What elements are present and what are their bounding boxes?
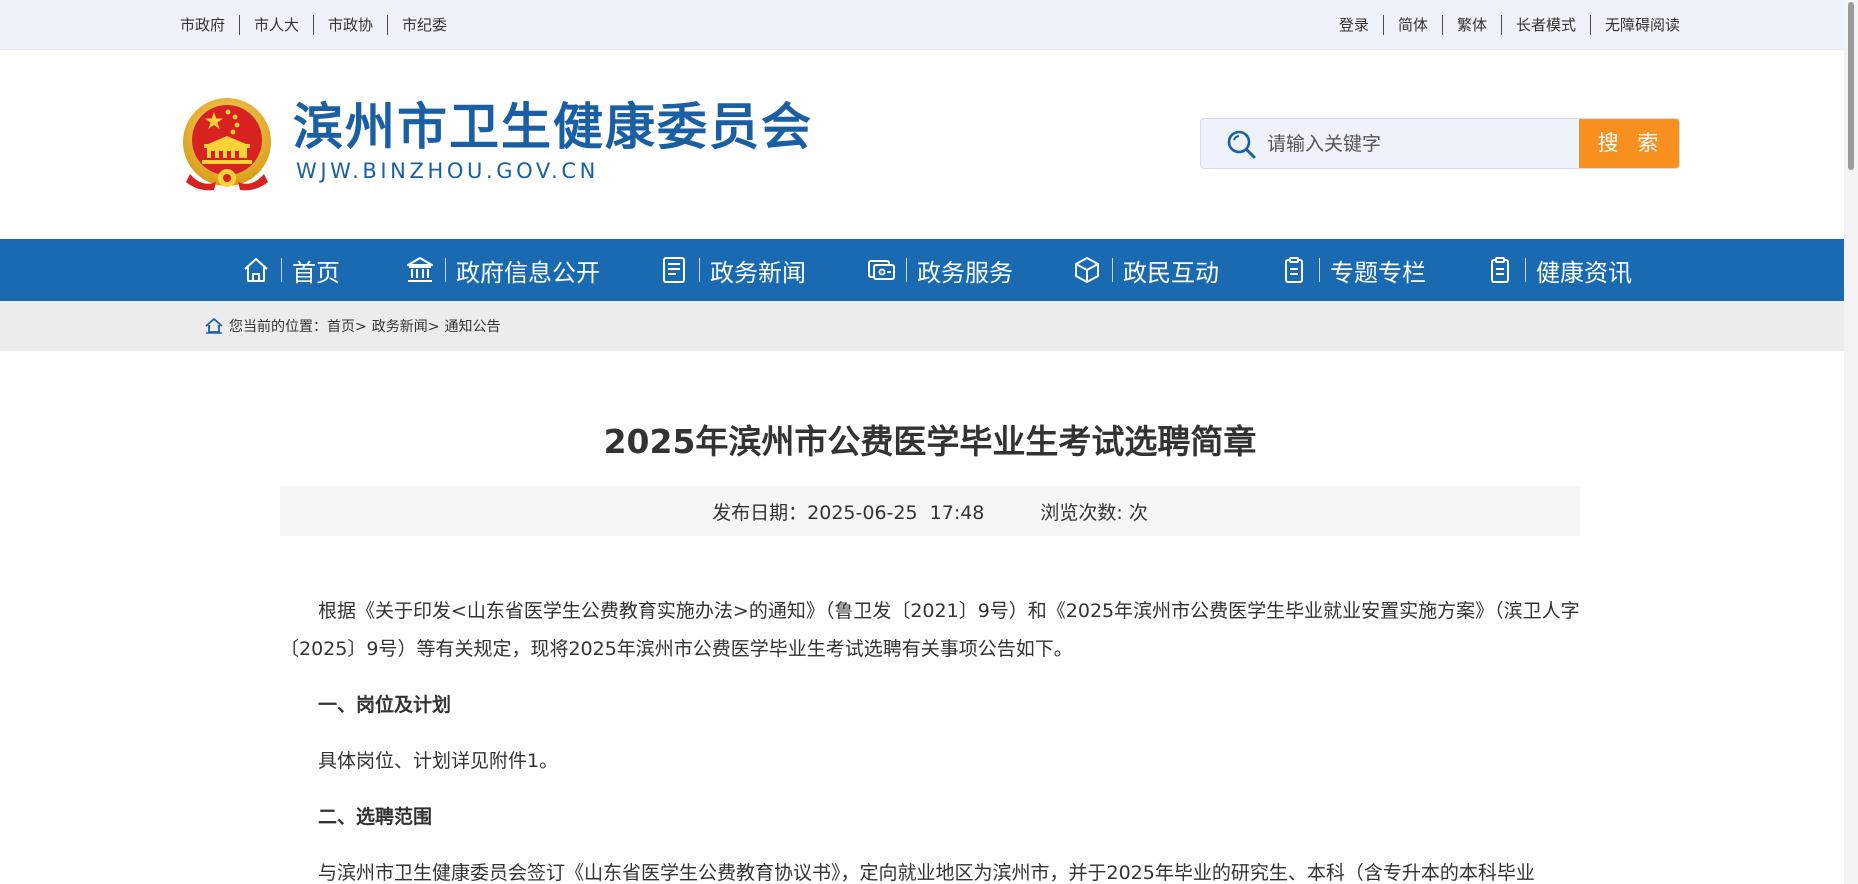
nav-divider bbox=[699, 258, 700, 282]
section-heading: 一、岗位及计划 bbox=[318, 694, 452, 716]
service-card-icon bbox=[868, 260, 895, 280]
breadcrumb-home[interactable]: 首页> bbox=[327, 316, 367, 336]
nav-divider bbox=[281, 258, 282, 282]
nav-item-label: 政务新闻 bbox=[710, 258, 806, 287]
view-count: 浏览次数: 次 bbox=[1040, 501, 1148, 524]
home-icon bbox=[244, 258, 268, 282]
nav-divider bbox=[1112, 258, 1113, 282]
page-scrollbar[interactable] bbox=[1844, 0, 1858, 884]
link-city-government[interactable]: 市政府 bbox=[180, 15, 239, 35]
health-clipboard-icon bbox=[1491, 257, 1509, 283]
site-domain: WJW.BINZHOU.GOV.CN bbox=[296, 159, 599, 183]
login-link[interactable]: 登录 bbox=[1339, 15, 1383, 35]
nav-item-label: 政府信息公开 bbox=[456, 258, 600, 287]
article-paragraph: 与滨州市卫生健康委员会签订《山东省医学生公费教育协议书》，定向就业地区为滨州市，… bbox=[318, 862, 1535, 884]
breadcrumb-bar: 您当前的位置： 首页> 政务新闻> 通知公告 bbox=[0, 301, 1858, 351]
nav-item-government-info[interactable]: 政府信息公开 bbox=[405, 239, 600, 301]
breadcrumb-notices[interactable]: 通知公告 bbox=[444, 316, 500, 336]
link-city-congress[interactable]: 市人大 bbox=[240, 15, 313, 35]
nav-item-label: 首页 bbox=[292, 258, 340, 287]
interaction-box-icon bbox=[1075, 257, 1099, 283]
top-bar: 市政府 市人大 市政协 市纪委 登录 简体 繁体 长者模式 无障碍阅读 bbox=[0, 0, 1858, 50]
breadcrumb-prefix: 您当前的位置： bbox=[229, 319, 327, 335]
search-button[interactable]: 搜 索 bbox=[1579, 119, 1679, 168]
national-emblem-icon[interactable] bbox=[180, 96, 274, 194]
article-title: 2025年滨州市公费医学毕业生考试选聘简章 bbox=[603, 422, 1257, 461]
nav-divider bbox=[445, 258, 446, 282]
location-home-icon bbox=[205, 318, 223, 334]
search-icon bbox=[1227, 130, 1256, 158]
breadcrumb-news[interactable]: 政务新闻> bbox=[372, 316, 440, 336]
main-nav: 首页 政府信息公开 政务新闻 政务服务 政民互动 专题专栏 健康资讯 bbox=[0, 239, 1858, 301]
nav-item-label: 健康资讯 bbox=[1536, 258, 1632, 287]
search-box: 搜 索 bbox=[1200, 118, 1680, 169]
publish-date: 发布日期：2025-06-25 17:48 bbox=[712, 501, 985, 524]
scrollbar-thumb[interactable] bbox=[1848, 2, 1854, 170]
accessible-reading-link[interactable]: 无障碍阅读 bbox=[1591, 15, 1680, 35]
simplified-chinese-link[interactable]: 简体 bbox=[1384, 15, 1442, 35]
news-document-icon bbox=[663, 257, 685, 283]
article-meta: 发布日期：2025-06-25 17:48 浏览次数: 次 bbox=[280, 486, 1580, 536]
nav-item-special-topics[interactable]: 专题专栏 bbox=[1279, 239, 1426, 301]
nav-divider bbox=[1525, 258, 1526, 282]
nav-item-label: 政民互动 bbox=[1123, 258, 1219, 287]
nav-divider bbox=[1319, 258, 1320, 282]
nav-divider bbox=[906, 258, 907, 282]
section-heading: 二、选聘范围 bbox=[318, 806, 433, 828]
nav-item-label: 专题专栏 bbox=[1330, 258, 1426, 287]
breadcrumb: 您当前的位置： 首页> 政务新闻> 通知公告 bbox=[205, 316, 500, 336]
nav-item-government-news[interactable]: 政务新闻 bbox=[659, 239, 806, 301]
nav-item-home[interactable]: 首页 bbox=[241, 239, 340, 301]
nav-item-health-information[interactable]: 健康资讯 bbox=[1485, 239, 1632, 301]
nav-item-label: 政务服务 bbox=[917, 258, 1013, 287]
nav-item-public-interaction[interactable]: 政民互动 bbox=[1072, 239, 1219, 301]
elder-mode-link[interactable]: 长者模式 bbox=[1502, 15, 1590, 35]
article-paragraph: 根据《关于印发<山东省医学生公费教育实施办法>的通知》（鲁卫发〔2021〕9号）… bbox=[280, 600, 1580, 660]
top-bar-left-links: 市政府 市人大 市政协 市纪委 bbox=[180, 15, 447, 35]
site-title[interactable]: 滨州市卫生健康委员会 bbox=[293, 96, 813, 158]
traditional-chinese-link[interactable]: 繁体 bbox=[1443, 15, 1501, 35]
site-header: 滨州市卫生健康委员会 WJW.BINZHOU.GOV.CN 搜 索 bbox=[0, 50, 1858, 239]
link-city-cppcc[interactable]: 市政协 bbox=[314, 15, 387, 35]
article-paragraph: 具体岗位、计划详见附件1。 bbox=[318, 750, 559, 772]
link-city-discipline[interactable]: 市纪委 bbox=[388, 15, 447, 35]
search-input[interactable] bbox=[1257, 119, 1579, 168]
article-content: 根据《关于印发<山东省医学生公费教育实施办法>的通知》（鲁卫发〔2021〕9号）… bbox=[280, 592, 1580, 884]
nav-item-government-services[interactable]: 政务服务 bbox=[866, 239, 1013, 301]
column-clipboard-icon bbox=[1285, 257, 1303, 283]
top-bar-right-links: 登录 简体 繁体 长者模式 无障碍阅读 bbox=[1339, 15, 1680, 35]
government-building-icon bbox=[407, 257, 433, 282]
